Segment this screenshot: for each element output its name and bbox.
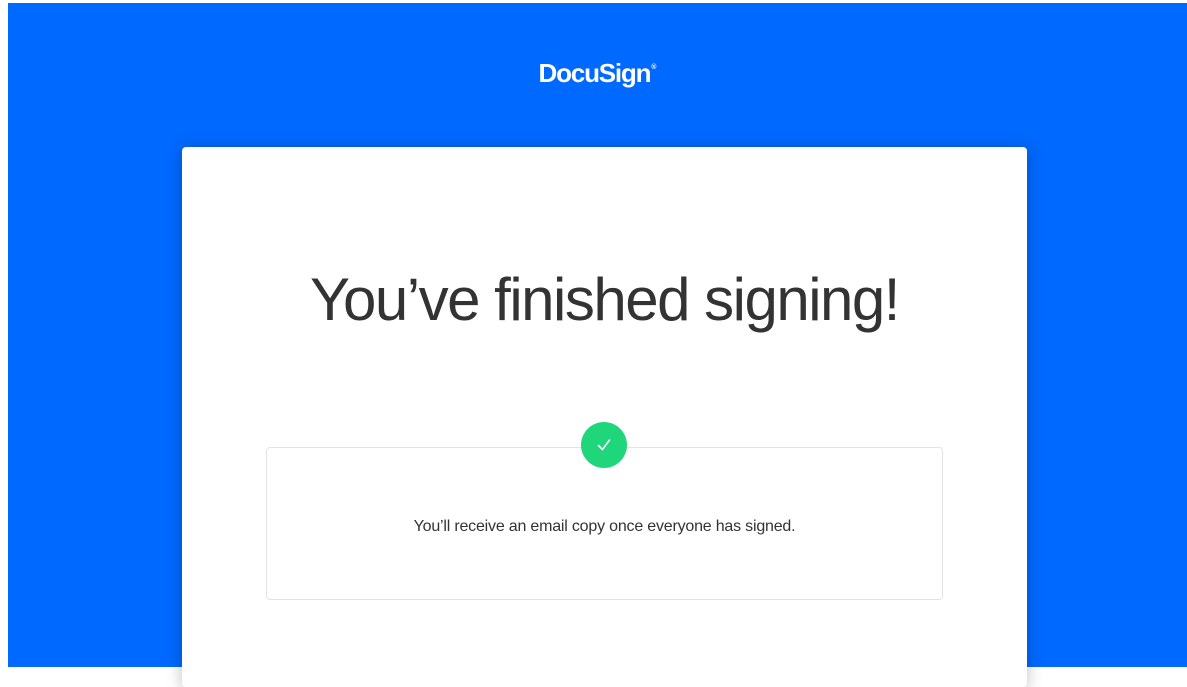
page-background: DocuSign® You’ve finished signing! You’l… [8,3,1187,687]
logo-text: DocuSign [538,58,652,88]
logo-trademark: ® [651,64,657,71]
page-title: You’ve finished signing! [310,266,900,333]
checkmark-icon [597,439,611,451]
check-badge [581,422,627,468]
docusign-logo: DocuSign® [8,58,1187,89]
message-box: You’ll receive an email copy once everyo… [266,422,943,600]
confirmation-card: You’ve finished signing! You’ll receive … [182,147,1027,687]
email-copy-message: You’ll receive an email copy once everyo… [413,518,796,535]
